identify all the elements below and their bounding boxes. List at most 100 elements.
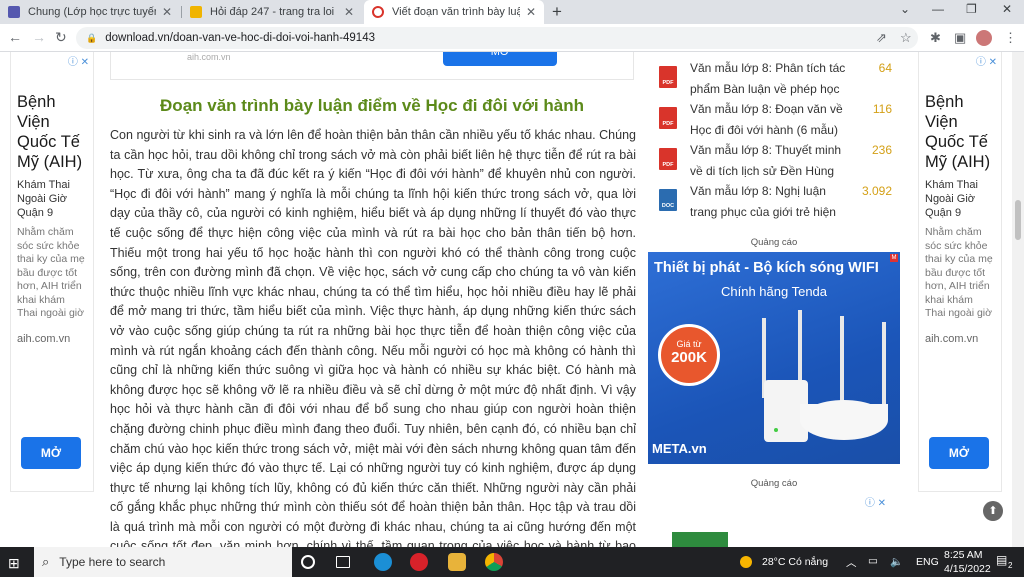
- lower-ad-slot[interactable]: ⓘ ✕: [648, 488, 900, 547]
- sun-weather-icon: [740, 556, 752, 568]
- tray-chevron-icon[interactable]: ︿: [846, 555, 857, 570]
- browser-tab-bar: Chung (Lớp học trực tuyến 7C3) ✕ Hỏi đáp…: [0, 0, 1024, 24]
- volume-icon[interactable]: 🔈: [890, 555, 903, 568]
- right-side-ad[interactable]: ⓘ ✕ Bệnh Viện Quốc Tế Mỹ (AIH) Khám Thai…: [918, 52, 1002, 492]
- close-icon[interactable]: ✕: [344, 5, 354, 19]
- share-icon[interactable]: ⇗: [876, 30, 887, 46]
- meta-vn-logo: META.vn: [652, 441, 707, 456]
- download-count: 116: [872, 102, 892, 116]
- ad-marker-icon: M: [890, 254, 898, 262]
- hoidap-icon: [190, 6, 202, 18]
- page-content: ⓘ ✕ Bệnh Viện Quốc Tế Mỹ (AIH) Khám Thai…: [0, 52, 1024, 547]
- windows-start-icon[interactable]: ⊞: [8, 555, 20, 572]
- ad-subtitle: Khám Thai Ngoài Giờ Quận 9: [17, 179, 70, 219]
- ad-subheadline: Chính hãng Tenda: [720, 284, 828, 299]
- price-value: 200K: [671, 349, 707, 366]
- pdf-file-icon: PDF: [659, 66, 677, 88]
- ad-choices-icon[interactable]: ⓘ ✕: [68, 53, 89, 68]
- ad-body: Nhằm chăm sóc sức khỏe thai ky của mẹ bầ…: [925, 226, 993, 319]
- address-bar[interactable]: 🔒 download.vn/doan-van-ve-hoc-di-doi-voi…: [76, 27, 918, 49]
- notification-count: 2: [1008, 561, 1013, 570]
- windows-taskbar: ⊞ ⌕ Type here to search 28°C Có nắng ︿ ▭…: [0, 547, 1024, 577]
- related-item[interactable]: DOC Văn mẫu lớp 8: Nghị luận trang phục …: [656, 181, 894, 221]
- tab-download-vn[interactable]: Viết đoạn văn trình bày luận điểm ✕: [364, 0, 544, 24]
- related-item[interactable]: PDF Văn mẫu lớp 8: Đoạn văn về Học đi đô…: [656, 99, 894, 139]
- clock-date[interactable]: 4/15/2022: [944, 563, 991, 575]
- restore-button[interactable]: ❐: [966, 2, 977, 16]
- search-placeholder: Type here to search: [59, 555, 166, 569]
- close-icon[interactable]: ✕: [162, 5, 172, 19]
- back-arrow-icon[interactable]: ←: [8, 29, 22, 45]
- pdf-file-icon: PDF: [659, 148, 677, 170]
- close-icon[interactable]: ✕: [526, 5, 536, 19]
- reload-icon[interactable]: ↻: [55, 29, 67, 46]
- chrome-icon[interactable]: [485, 553, 503, 571]
- tab-search-icon[interactable]: ⌄: [900, 2, 910, 16]
- ad-domain: aih.com.vn: [17, 332, 71, 345]
- close-window-button[interactable]: ✕: [1002, 2, 1012, 16]
- ad-domain: aih.com.vn: [187, 52, 231, 62]
- ad-image: [672, 532, 728, 547]
- download-count: 64: [878, 61, 892, 75]
- router-image: [762, 310, 888, 442]
- ad-body: Nhằm chăm sóc sức khỏe thai ky của mẹ bầ…: [17, 226, 85, 319]
- tab-title: Hỏi đáp 247 - trang tra loi: [210, 6, 335, 18]
- menu-icon[interactable]: ⋮: [1004, 30, 1017, 46]
- opera-icon[interactable]: [410, 553, 428, 571]
- edge-icon[interactable]: [374, 553, 392, 571]
- download-count: 3.092: [861, 184, 892, 198]
- cortana-icon[interactable]: [301, 555, 315, 569]
- ad-choices-icon[interactable]: ⓘ ✕: [865, 494, 886, 509]
- related-title[interactable]: Văn mẫu lớp 8: Thuyết minh về di tích lị…: [690, 140, 846, 181]
- url-text: download.vn/doan-van-ve-hoc-di-doi-voi-h…: [105, 32, 375, 44]
- related-item[interactable]: PDF Văn mẫu lớp 8: Phân tích tác phẩm Bà…: [656, 58, 894, 98]
- minimize-button[interactable]: —: [932, 2, 944, 16]
- new-tab-button[interactable]: +: [552, 2, 562, 22]
- language-indicator[interactable]: ENG: [916, 556, 939, 568]
- related-title[interactable]: Văn mẫu lớp 8: Nghị luận trang phục của …: [690, 181, 846, 222]
- related-item[interactable]: PDF Văn mẫu lớp 8: Thuyết minh về di tíc…: [656, 140, 894, 180]
- network-icon[interactable]: ▭: [868, 555, 878, 567]
- related-title[interactable]: Văn mẫu lớp 8: Đoạn văn về Học đi đôi vớ…: [690, 99, 846, 140]
- ad-open-button[interactable]: MỞ: [21, 437, 81, 469]
- ad-subtitle: Khám Thai Ngoài Giờ Quận 9: [925, 179, 978, 219]
- tab-hoidap[interactable]: Hỏi đáp 247 - trang tra loi ✕: [182, 0, 362, 24]
- lock-icon: 🔒: [86, 32, 98, 43]
- left-side-ad[interactable]: ⓘ ✕ Bệnh Viện Quốc Tế Mỹ (AIH) Khám Thai…: [10, 52, 94, 492]
- related-title[interactable]: Văn mẫu lớp 8: Phân tích tác phẩm Bàn lu…: [690, 58, 846, 99]
- ad-choices-icon[interactable]: ⓘ ✕: [976, 53, 997, 68]
- price-from: Giá từ: [676, 339, 702, 349]
- ad-open-button[interactable]: MỞ: [443, 52, 557, 66]
- search-icon: ⌕: [42, 554, 50, 569]
- top-inline-ad[interactable]: aih.com.vn MỞ: [110, 52, 634, 80]
- tenda-banner-ad[interactable]: M Thiết bị phát - Bộ kích sóng WIFI Chín…: [648, 252, 900, 464]
- notification-icon[interactable]: ▤: [996, 553, 1007, 567]
- profile-avatar[interactable]: [976, 30, 992, 46]
- pdf-file-icon: PDF: [659, 107, 677, 129]
- task-view-icon[interactable]: [336, 556, 350, 568]
- vertical-scrollbar[interactable]: [1012, 52, 1024, 547]
- scroll-to-top-button[interactable]: ⬆: [983, 501, 1003, 521]
- ad-title: Bệnh Viện Quốc Tế Mỹ (AIH): [925, 93, 991, 171]
- weather-text[interactable]: 28°C Có nắng: [762, 556, 828, 568]
- file-explorer-icon[interactable]: [448, 553, 466, 571]
- download-count: 236: [871, 143, 892, 157]
- extensions-icon[interactable]: ✱: [930, 30, 941, 46]
- tab-title: Chung (Lớp học trực tuyến 7C3): [28, 6, 156, 18]
- tab-title: Viết đoạn văn trình bày luận điểm: [392, 6, 520, 18]
- browser-toolbar: ← → ↻ 🔒 download.vn/doan-van-ve-hoc-di-d…: [0, 24, 1024, 52]
- side-panel-icon[interactable]: ▣: [954, 30, 966, 46]
- article-body: Con người từ khi sinh ra và lớn lên để h…: [110, 128, 636, 547]
- ad-open-button[interactable]: MỞ: [929, 437, 989, 469]
- taskbar-search-box[interactable]: ⌕ Type here to search: [34, 547, 292, 577]
- article-title: Đoạn văn trình bày luận điểm về Học đi đ…: [160, 96, 584, 115]
- ad-domain: aih.com.vn: [925, 332, 979, 345]
- forward-arrow-icon[interactable]: →: [32, 29, 46, 45]
- clock-time[interactable]: 8:25 AM: [944, 549, 983, 561]
- ad-title: Bệnh Viện Quốc Tế Mỹ (AIH): [17, 93, 83, 171]
- download-vn-icon: [372, 6, 384, 18]
- bookmark-star-icon[interactable]: ☆: [900, 30, 912, 46]
- doc-file-icon: DOC: [659, 189, 677, 211]
- tab-teams[interactable]: Chung (Lớp học trực tuyến 7C3) ✕: [0, 0, 180, 24]
- scrollbar-thumb[interactable]: [1015, 200, 1021, 240]
